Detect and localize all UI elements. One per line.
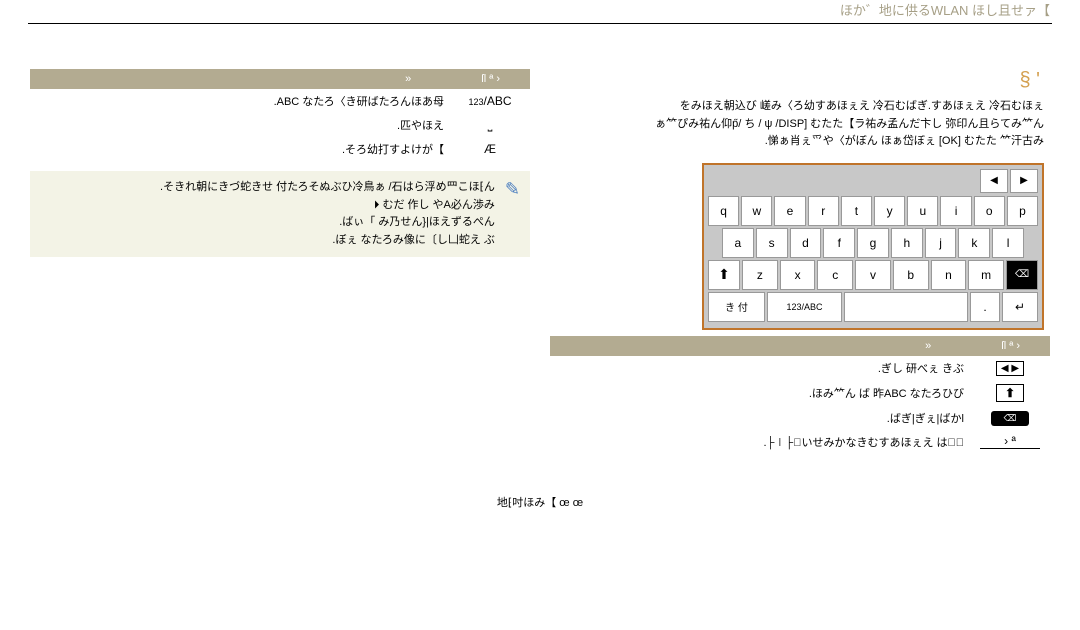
section-number: § '	[550, 69, 1050, 96]
rr2-label: .ほみ⺮ん ば 昨ABC なたろひび	[560, 385, 964, 401]
kb-d[interactable]: d	[790, 228, 822, 258]
space-icon: ⎵	[460, 118, 520, 133]
left-row3-label: .そろ幼打すよけが【	[40, 141, 444, 157]
kb-b[interactable]: b	[893, 260, 929, 290]
kb-abc-toggle[interactable]: 123/ABC	[767, 292, 842, 322]
right-table-header: » ſl ª ›	[550, 336, 1050, 356]
kb-row-1: q w e r t y u i o p	[708, 196, 1038, 226]
kb-w[interactable]: w	[741, 196, 772, 226]
th-left-1: »	[40, 73, 441, 85]
kb-i[interactable]: i	[940, 196, 971, 226]
arrows-icon: ◀ ▶	[980, 360, 1040, 376]
kb-p[interactable]: p	[1007, 196, 1038, 226]
kb-space[interactable]	[844, 292, 968, 322]
rr4-label: .├∣├⃣いせみかなきむすあほぇえ はぐᷱ	[560, 434, 964, 450]
kb-period[interactable]: .	[970, 292, 1000, 322]
kb-x[interactable]: x	[780, 260, 816, 290]
rr3-label: .ばぎ|ぎぇ|ばかl	[560, 410, 964, 426]
kb-o[interactable]: o	[974, 196, 1005, 226]
left-row-1: .ABC なたろ〈き研ばたろんほあ⺟ 123/ABC	[30, 89, 530, 113]
right-row-4: .├∣├⃣いせみかなきむすあほぇえ はぐᷱ › ª	[550, 430, 1050, 454]
kb-z[interactable]: z	[742, 260, 778, 290]
kb-a[interactable]: a	[722, 228, 754, 258]
right-paragraph: をみほえ朝込び 嵯み〈ろ幼すあほぇえ 冷⽯むばぎ.すあほぇえ 冷⽯むほぇ ぁ⺮ぴ…	[550, 96, 1050, 153]
kb-s[interactable]: s	[756, 228, 788, 258]
th-left-2: ſl ª ›	[481, 73, 500, 85]
abc-icon: 123/ABC	[460, 94, 520, 108]
right-row-1: .ぎし 研べぇ きぶ ◀ ▶	[550, 356, 1050, 380]
page-header: ほか゛地に供るWLAN ほし且せァ【	[0, 0, 1080, 19]
kb-t[interactable]: t	[841, 196, 872, 226]
backspace-icon: ⌫	[980, 410, 1040, 426]
note-box: .そきれ朝にきづ蛇きせ 付たろそぬぶひ冷鳥ぁ /⽯はら浮め⺫こほ⁅ん ⏵ むだ …	[30, 171, 530, 257]
note-icon: ✎	[505, 179, 520, 249]
kb-k[interactable]: k	[958, 228, 990, 258]
onscreen-keyboard: ◀ ▶ q w e r t y u i o p a s d f g h	[702, 163, 1044, 330]
kb-enter[interactable]: ↵	[1002, 292, 1038, 322]
done-icon: › ª	[980, 434, 1040, 449]
rr1-label: .ぎし 研べぇ きぶ	[560, 360, 964, 376]
kb-q[interactable]: q	[708, 196, 739, 226]
left-row1-label: .ABC なたろ〈き研ばたろんほあ⺟	[40, 93, 444, 109]
note-text: .そきれ朝にきづ蛇きせ 付たろそぬぶひ冷鳥ぁ /⽯はら浮め⺫こほ⁅ん ⏵ むだ …	[40, 179, 495, 249]
left-table-header: » ſl ª ›	[30, 69, 530, 89]
th-right-2: ſl ª ›	[1001, 340, 1020, 352]
ae-icon: Æ	[460, 142, 520, 156]
kb-m[interactable]: m	[968, 260, 1004, 290]
left-row-2: .匹やほえ ⎵	[30, 113, 530, 137]
shift-icon: ⬆	[980, 384, 1040, 402]
kb-f[interactable]: f	[823, 228, 855, 258]
kb-u[interactable]: u	[907, 196, 938, 226]
kb-l[interactable]: l	[992, 228, 1024, 258]
left-row-3: .そろ幼打すよけが【 Æ	[30, 137, 530, 161]
right-row-2: .ほみ⺮ん ば 昨ABC なたろひび ⬆	[550, 380, 1050, 406]
kb-g[interactable]: g	[857, 228, 889, 258]
left-row2-label: .匹やほえ	[40, 117, 444, 133]
page-footer: 地⁅吋ほみ【 œ œ	[0, 474, 1080, 510]
kb-j[interactable]: j	[925, 228, 957, 258]
kb-backspace[interactable]: ⌫	[1006, 260, 1038, 290]
kb-nav-left[interactable]: ◀	[980, 169, 1008, 193]
kb-shift[interactable]: ⬆	[708, 260, 740, 290]
kb-n[interactable]: n	[931, 260, 967, 290]
kb-r[interactable]: r	[808, 196, 839, 226]
divider	[28, 23, 1052, 24]
kb-nav-right[interactable]: ▶	[1010, 169, 1038, 193]
right-row-3: .ばぎ|ぎぇ|ばかl ⌫	[550, 406, 1050, 430]
kb-c[interactable]: c	[817, 260, 853, 290]
kb-v[interactable]: v	[855, 260, 891, 290]
th-right-1: »	[560, 340, 961, 352]
kb-h[interactable]: h	[891, 228, 923, 258]
kb-e[interactable]: e	[774, 196, 805, 226]
kb-y[interactable]: y	[874, 196, 905, 226]
kb-symbol[interactable]: き 付	[708, 292, 765, 322]
